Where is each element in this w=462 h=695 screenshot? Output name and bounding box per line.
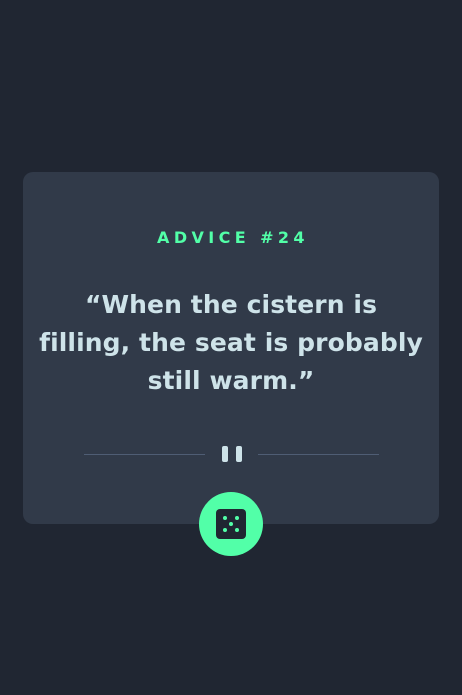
advice-number: 24 (277, 228, 309, 247)
advice-quote: “When the cistern is filling, the seat i… (39, 290, 423, 395)
divider (84, 446, 379, 462)
pause-bar-right (236, 446, 242, 462)
pause-icon (222, 446, 242, 462)
divider-line-right (258, 454, 379, 455)
advice-label-prefix: ADVICE # (157, 228, 278, 247)
advice-card: ADVICE #24 “When the cistern is filling,… (23, 172, 439, 524)
pause-bar-left (222, 446, 228, 462)
new-advice-button[interactable] (199, 492, 263, 556)
divider-line-left (84, 454, 205, 455)
advice-label: ADVICE #24 (23, 228, 439, 248)
dice-icon (216, 509, 246, 539)
